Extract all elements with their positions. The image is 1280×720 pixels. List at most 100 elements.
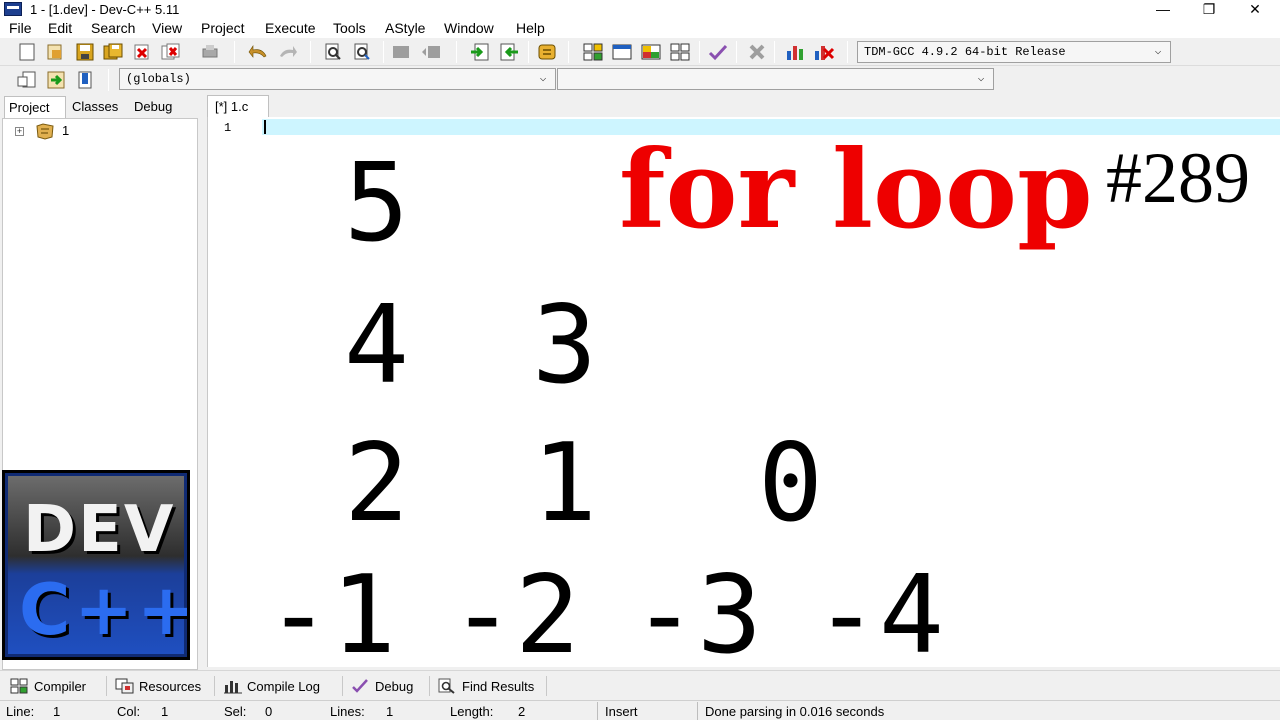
tree-expand-icon[interactable]: + bbox=[15, 127, 24, 136]
delete-profile-icon[interactable] bbox=[813, 41, 835, 63]
number-5: 5 bbox=[344, 141, 410, 266]
tab-compiler[interactable]: Compiler bbox=[6, 675, 90, 697]
redo-icon[interactable] bbox=[277, 41, 299, 63]
tab-debug-output[interactable]: Debug bbox=[347, 675, 417, 697]
episode-number: #289 bbox=[1106, 138, 1250, 218]
compile-icon[interactable] bbox=[582, 41, 604, 63]
status-col-value: 1 bbox=[161, 704, 169, 719]
number-3: 3 bbox=[532, 283, 598, 408]
function-select[interactable]: ⌵ bbox=[557, 68, 994, 90]
toolbar-separator bbox=[699, 41, 700, 63]
replace-icon[interactable] bbox=[351, 41, 373, 63]
unindent-icon[interactable] bbox=[420, 41, 442, 63]
scope-select[interactable]: (globals) ⌵ bbox=[119, 68, 556, 90]
chevron-down-icon: ⌵ bbox=[539, 73, 547, 85]
tab-separator bbox=[214, 676, 215, 696]
profile-chart-icon[interactable] bbox=[784, 41, 806, 63]
tree-root-project[interactable]: 1 bbox=[62, 123, 69, 138]
devcpp-app-icon bbox=[4, 2, 22, 16]
compile-run-icon[interactable] bbox=[640, 41, 662, 63]
insert-icon[interactable] bbox=[16, 69, 38, 91]
tab-separator bbox=[546, 676, 547, 696]
add-to-project-icon[interactable] bbox=[469, 41, 491, 63]
stop-execution-icon[interactable] bbox=[746, 41, 768, 63]
menu-project[interactable]: Project bbox=[201, 20, 245, 36]
close-button[interactable]: ✕ bbox=[1232, 0, 1278, 18]
tab-classes[interactable]: Classes bbox=[68, 96, 126, 118]
toolbar-separator bbox=[774, 41, 775, 63]
undo-icon[interactable] bbox=[247, 41, 269, 63]
save-all-icon[interactable] bbox=[102, 41, 124, 63]
menu-window[interactable]: Window bbox=[444, 20, 494, 36]
save-icon[interactable] bbox=[74, 41, 96, 63]
number-2: 2 bbox=[344, 421, 410, 546]
chevron-down-icon: ⌵ bbox=[1154, 46, 1162, 58]
print-icon[interactable] bbox=[199, 41, 221, 63]
menu-tools[interactable]: Tools bbox=[333, 20, 366, 36]
line-number: 1 bbox=[224, 121, 232, 135]
toolbar-separator bbox=[456, 41, 457, 63]
bookmark-icon[interactable] bbox=[74, 69, 96, 91]
toolbar-separator bbox=[847, 41, 848, 63]
toolbar-separator bbox=[383, 41, 384, 63]
title-bar: 1 - [1.dev] - Dev-C++ 5.11 — ❐ ✕ bbox=[0, 0, 1280, 18]
logo-text-dev: DEV bbox=[23, 493, 176, 567]
line-gutter: 1 bbox=[208, 117, 262, 667]
number-neg-2: -2 bbox=[450, 553, 581, 678]
compiler-select[interactable]: TDM-GCC 4.9.2 64-bit Release ⌵ bbox=[857, 41, 1171, 63]
tab-find-results[interactable]: Find Results bbox=[434, 675, 538, 697]
editor-tab-1c[interactable]: [*] 1.c bbox=[207, 95, 269, 117]
open-project-icon[interactable] bbox=[44, 41, 66, 63]
menu-astyle[interactable]: AStyle bbox=[385, 20, 425, 36]
status-sel-label: Sel: bbox=[224, 704, 247, 719]
tab-resources-label: Resources bbox=[139, 678, 202, 694]
text-caret bbox=[264, 120, 266, 134]
project-options-icon[interactable] bbox=[536, 41, 558, 63]
status-bar: Line: 1 Col: 1 Sel: 0 Lines: 1 Length: 2… bbox=[0, 700, 1280, 720]
resources-icon bbox=[115, 678, 134, 694]
menu-search[interactable]: Search bbox=[91, 20, 135, 36]
find-results-icon bbox=[438, 678, 456, 694]
menu-execute[interactable]: Execute bbox=[265, 20, 316, 36]
status-line-value: 1 bbox=[53, 704, 61, 719]
tab-find-results-label: Find Results bbox=[462, 678, 535, 694]
menu-view[interactable]: View bbox=[152, 20, 182, 36]
status-sel-value: 0 bbox=[265, 704, 273, 719]
debug-check-icon bbox=[351, 678, 369, 694]
close-file-icon[interactable] bbox=[131, 41, 153, 63]
tab-debug-output-label: Debug bbox=[375, 678, 414, 694]
indent-icon[interactable] bbox=[390, 41, 412, 63]
chevron-down-icon: ⌵ bbox=[977, 73, 985, 85]
tab-resources[interactable]: Resources bbox=[111, 675, 205, 697]
syntax-check-icon[interactable] bbox=[707, 41, 729, 63]
new-file-icon[interactable] bbox=[16, 41, 38, 63]
toolbar-separator bbox=[568, 41, 569, 63]
status-lines-value: 1 bbox=[386, 704, 394, 719]
window-title: 1 - [1.dev] - Dev-C++ 5.11 bbox=[30, 2, 180, 17]
status-separator bbox=[597, 702, 598, 720]
find-icon[interactable] bbox=[322, 41, 344, 63]
tab-separator bbox=[106, 676, 107, 696]
bottom-panel-tabs: Compiler Resources Compile Log Debug Fin… bbox=[0, 670, 1280, 698]
tab-compiler-label: Compiler bbox=[34, 678, 87, 694]
menu-edit[interactable]: Edit bbox=[48, 20, 72, 36]
menu-help[interactable]: Help bbox=[516, 20, 545, 36]
close-all-icon[interactable] bbox=[160, 41, 182, 63]
restore-button[interactable]: ❐ bbox=[1186, 0, 1232, 18]
toolbar-separator bbox=[736, 41, 737, 63]
remove-from-project-icon[interactable] bbox=[498, 41, 520, 63]
tab-debug[interactable]: Debug bbox=[130, 96, 186, 118]
goto-icon[interactable] bbox=[45, 69, 67, 91]
run-icon[interactable] bbox=[611, 41, 633, 63]
tab-compile-log[interactable]: Compile Log bbox=[219, 675, 324, 697]
number-neg-1: -1 bbox=[266, 553, 397, 678]
status-separator bbox=[697, 702, 698, 720]
status-insert-mode: Insert bbox=[605, 704, 638, 719]
rebuild-all-icon[interactable] bbox=[669, 41, 691, 63]
tab-project[interactable]: Project bbox=[4, 96, 66, 118]
minimize-button[interactable]: — bbox=[1140, 0, 1186, 18]
status-col-label: Col: bbox=[117, 704, 141, 719]
status-lines-label: Lines: bbox=[330, 704, 365, 719]
menu-file[interactable]: File bbox=[9, 20, 32, 36]
main-toolbar: TDM-GCC 4.9.2 64-bit Release ⌵ bbox=[0, 38, 1280, 66]
